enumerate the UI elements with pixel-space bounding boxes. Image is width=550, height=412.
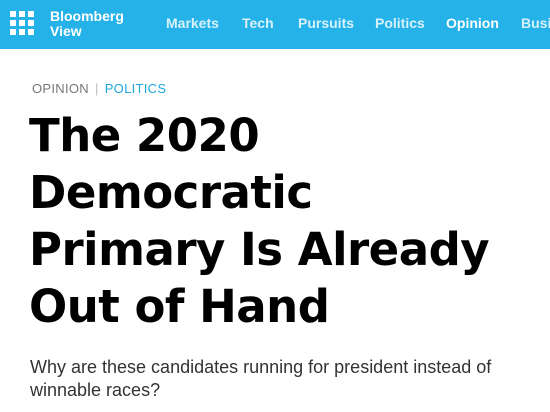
- kicker-separator: |: [95, 81, 99, 96]
- headline-line: Primary Is Already: [29, 223, 490, 276]
- section-label[interactable]: OPINION: [32, 81, 89, 96]
- topic-link[interactable]: POLITICS: [105, 81, 167, 96]
- top-navigation-bar: Bloomberg View Markets Tech Pursuits Pol…: [0, 0, 550, 49]
- nav-item-politics[interactable]: Politics: [375, 15, 425, 31]
- nav-item-business[interactable]: Business: [521, 15, 550, 31]
- headline-line: Democratic: [29, 166, 313, 219]
- article-headline: The 2020 Democratic Primary Is Already O…: [29, 107, 539, 335]
- article-dek: Why are these candidates running for pre…: [30, 357, 492, 400]
- nav-item-markets[interactable]: Markets: [166, 15, 219, 31]
- nav-item-tech[interactable]: Tech: [242, 15, 274, 31]
- article-kicker: OPINION | POLITICS: [32, 81, 166, 96]
- headline-line: The 2020: [29, 109, 260, 162]
- nav-item-opinion[interactable]: Opinion: [446, 15, 499, 31]
- headline-line: Out of Hand: [29, 280, 330, 333]
- main-nav: Markets Tech Pursuits Politics Opinion B…: [0, 0, 550, 49]
- nav-item-pursuits[interactable]: Pursuits: [298, 15, 354, 31]
